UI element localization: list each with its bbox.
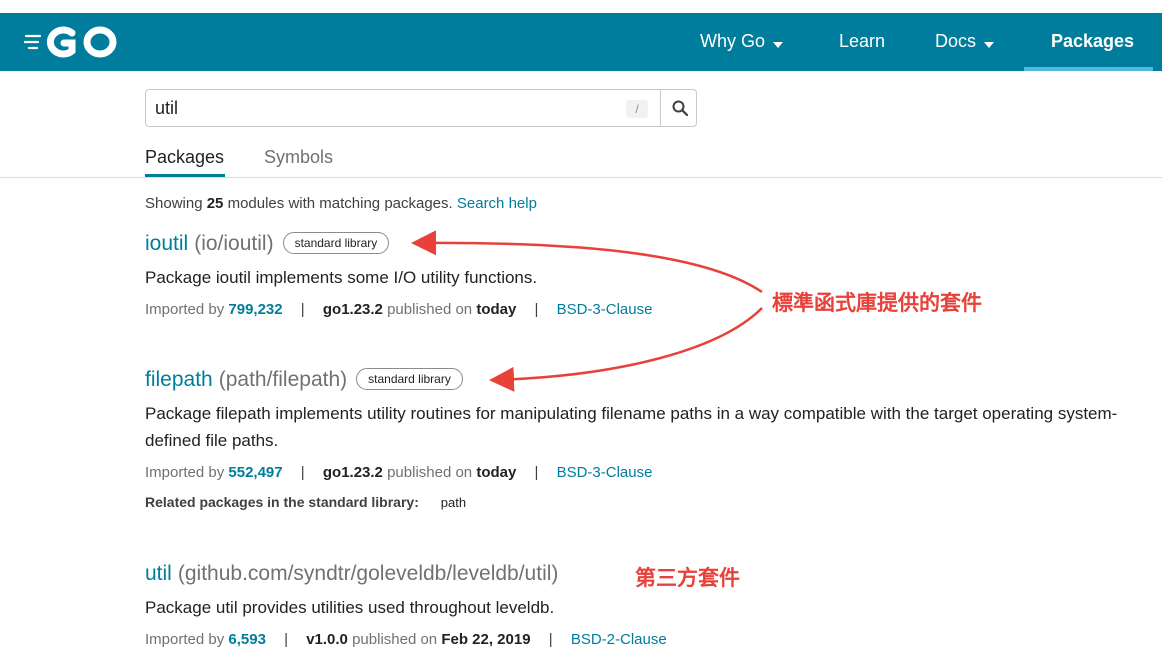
search-shortcut-hint: / (626, 100, 648, 118)
meta-separator: | (534, 301, 539, 318)
result-synopsis: Package filepath implements utility rout… (145, 404, 1118, 450)
related-packages: Related packages in the standard library… (145, 494, 1162, 510)
meta-separator: | (534, 464, 539, 481)
result-import-path: (io/ioutil) (194, 232, 274, 255)
result-version: v1.0.0 (306, 631, 348, 648)
nav-docs[interactable]: Docs (935, 13, 995, 71)
related-package-link[interactable]: path (441, 495, 466, 510)
published-label: published on (387, 301, 473, 318)
summary-suffix: modules with matching packages. (227, 195, 453, 212)
nav-why-go-label: Why Go (700, 31, 766, 51)
summary-prefix: Showing (145, 195, 203, 212)
chevron-down-icon (984, 14, 995, 70)
summary-count: 25 (206, 195, 224, 212)
results-summary: Showing 25 modules with matching package… (145, 195, 537, 212)
meta-separator: | (284, 631, 289, 648)
go-logo[interactable] (24, 23, 120, 61)
third-party-annotation: 第三方套件 (635, 566, 740, 590)
tab-symbols[interactable]: Symbols (264, 147, 333, 168)
search-result: filepath (path/filepath) standard library … (145, 366, 1162, 510)
standard-library-annotation: 標準函式庫提供的套件 (772, 291, 982, 315)
result-title: ioutil (io/ioutil) standard library (145, 230, 1162, 258)
result-import-path: (path/filepath) (218, 368, 348, 391)
search-icon (672, 100, 688, 116)
search-box: / (145, 89, 697, 127)
meta-separator: | (300, 464, 305, 481)
tabs-divider (0, 177, 1162, 178)
nav-active-indicator (1024, 67, 1153, 71)
chevron-down-icon (773, 14, 784, 70)
imported-by-count[interactable]: 552,497 (228, 464, 282, 481)
nav-packages[interactable]: Packages (1051, 13, 1134, 71)
related-packages-label: Related packages in the standard library… (145, 494, 419, 510)
published-date: today (476, 464, 517, 481)
imported-by-count[interactable]: 6,593 (228, 631, 266, 648)
published-date: Feb 22, 2019 (441, 631, 531, 648)
meta-separator: | (548, 631, 553, 648)
result-title: filepath (path/filepath) standard library (145, 366, 1162, 394)
nav-learn[interactable]: Learn (839, 13, 885, 71)
license-link[interactable]: BSD-3-Clause (557, 301, 653, 318)
result-meta: Imported by 6,593 | v1.0.0 published on … (145, 631, 1162, 648)
imported-by-label: Imported by (145, 464, 225, 481)
result-meta: Imported by 552,497 | go1.23.2 published… (145, 464, 1162, 481)
search-button[interactable] (660, 89, 698, 127)
imported-by-label: Imported by (145, 631, 225, 648)
meta-separator: | (300, 301, 305, 318)
imported-by-count[interactable]: 799,232 (228, 301, 282, 318)
result-package-link[interactable]: ioutil (145, 232, 188, 255)
result-synopsis: Package ioutil implements some I/O utili… (145, 268, 538, 287)
published-date: today (476, 301, 517, 318)
search-result: ioutil (io/ioutil) standard library Packag… (145, 230, 1162, 318)
published-label: published on (387, 464, 473, 481)
result-meta: Imported by 799,232 | go1.23.2 published… (145, 301, 1162, 318)
nav-docs-label: Docs (935, 31, 977, 51)
result-import-path: (github.com/syndtr/goleveldb/leveldb/uti… (177, 562, 559, 585)
result-version: go1.23.2 (322, 464, 383, 481)
standard-library-badge: standard library (356, 368, 463, 390)
result-package-link[interactable]: util (145, 562, 172, 585)
standard-library-badge: standard library (282, 232, 390, 254)
license-link[interactable]: BSD-2-Clause (571, 631, 667, 648)
imported-by-label: Imported by (145, 301, 225, 318)
result-synopsis: Package util provides utilities used thr… (145, 598, 555, 617)
tab-packages[interactable]: Packages (145, 147, 225, 168)
result-version: go1.23.2 (322, 301, 383, 318)
top-nav-bar: Why Go Learn Docs Packages (0, 13, 1162, 71)
search-input[interactable] (146, 90, 646, 126)
nav-learn-label: Learn (839, 31, 886, 51)
result-package-link[interactable]: filepath (145, 368, 213, 391)
published-label: published on (352, 631, 438, 648)
license-link[interactable]: BSD-3-Clause (557, 464, 653, 481)
search-help-link[interactable]: Search help (457, 195, 537, 212)
nav-why-go[interactable]: Why Go (700, 13, 784, 71)
nav-packages-label: Packages (1051, 31, 1135, 51)
